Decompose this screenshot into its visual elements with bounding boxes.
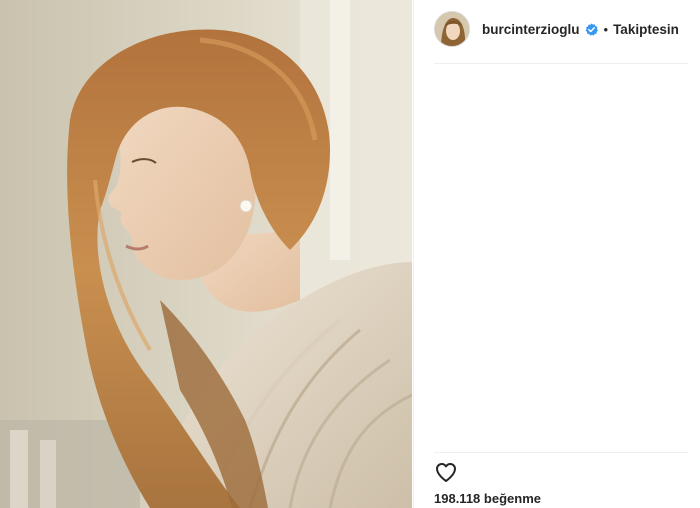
portrait-photo bbox=[0, 0, 412, 508]
header-divider bbox=[434, 63, 688, 64]
likes-count[interactable]: 198.118 beğenme bbox=[434, 491, 541, 506]
verified-badge-icon bbox=[585, 22, 598, 36]
post-sidebar: burcinterzioglu • Takiptesin 198.118 beğ… bbox=[413, 0, 700, 508]
likes-number: 198.118 bbox=[434, 491, 481, 506]
avatar[interactable] bbox=[434, 11, 470, 47]
post-header: burcinterzioglu • Takiptesin bbox=[434, 10, 679, 48]
following-status-button[interactable]: Takiptesin bbox=[613, 22, 679, 37]
instagram-post: burcinterzioglu • Takiptesin 198.118 beğ… bbox=[0, 0, 700, 508]
heart-outline-icon bbox=[436, 463, 456, 482]
like-button[interactable] bbox=[433, 459, 459, 485]
post-photo[interactable] bbox=[0, 0, 412, 508]
author-username[interactable]: burcinterzioglu bbox=[482, 22, 580, 37]
likes-label: beğenme bbox=[483, 491, 541, 506]
actions-divider bbox=[434, 452, 688, 453]
separator-dot: • bbox=[603, 21, 609, 37]
